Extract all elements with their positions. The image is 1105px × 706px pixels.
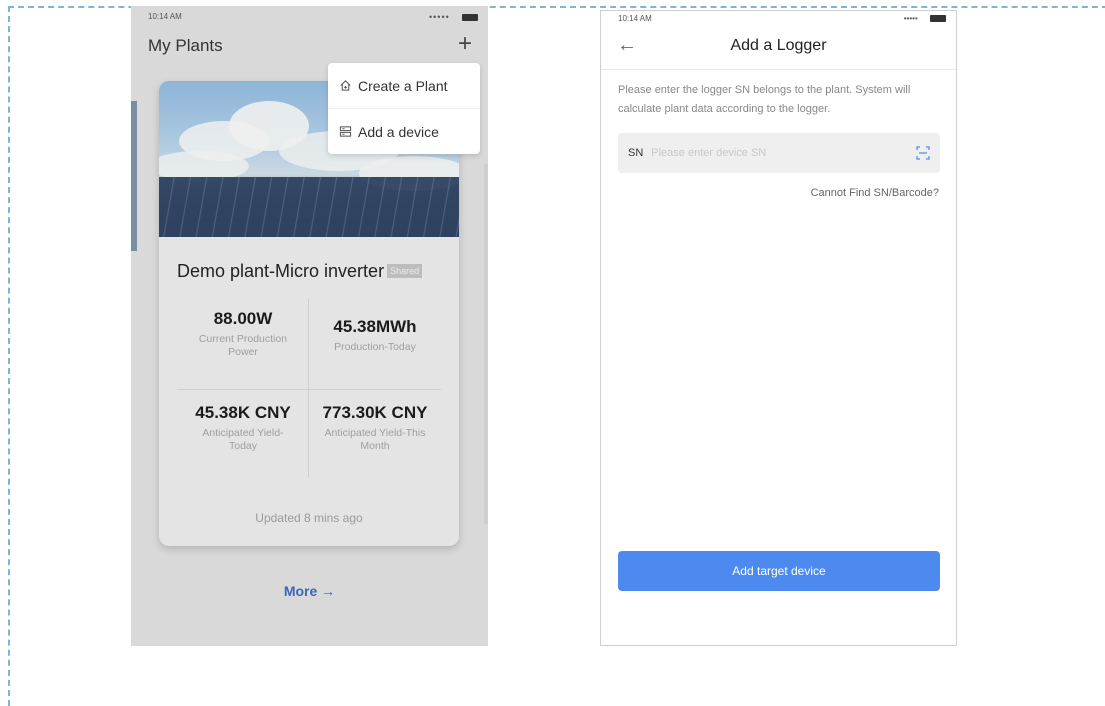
more-link[interactable]: More → [131,583,488,599]
device-icon [338,125,352,139]
menu-item-add-device[interactable]: Add a device [328,109,480,154]
add-plus-button[interactable]: + [458,32,472,56]
signal-icon: ••••• [903,14,918,23]
menu-item-create-plant[interactable]: Create a Plant [328,63,480,108]
divider [601,69,956,70]
instructions-text: Please enter the logger SN belongs to th… [618,84,911,115]
page-title: Add a Logger [730,37,827,54]
adjacent-card-left[interactable] [131,101,137,251]
sn-input[interactable] [651,147,902,159]
status-bar: 10:14 AM ••••• [131,6,488,28]
stat-yield-today: 45.38K CNY Anticipated Yield-Today [195,403,291,452]
updated-text: Updated 8 mins ago [255,511,363,525]
menu-item-label: Add a device [358,123,439,140]
add-menu: Create a Plant Add a device [328,63,480,154]
plant-stats: 88.00W Current Production Power 45.38MWh… [177,299,441,479]
battery-icon [930,15,946,22]
sn-field[interactable]: SN [618,133,940,173]
solar-panel-graphic [159,177,459,237]
battery-icon [462,14,478,21]
stat-yield-month: 773.30K CNY Anticipated Yield-This Month [322,403,428,452]
status-time: 10:14 AM [618,14,652,23]
house-plus-icon [338,79,352,93]
add-target-device-button[interactable]: Add target device [618,551,940,591]
signal-icon: ••••• [429,12,450,22]
plant-name: Demo plant-Micro inverter [177,261,385,281]
barcode-scan-icon[interactable] [916,146,930,160]
shared-badge: Shared [387,264,423,278]
cannot-find-sn-link[interactable]: Cannot Find SN/Barcode? [811,187,939,199]
adjacent-card-right[interactable] [484,164,488,524]
page-title: My Plants [148,36,223,55]
stat-current-power: 88.00W Current Production Power [198,309,288,358]
add-logger-screen: 10:14 AM ••••• ← Add a Logger Please ent… [600,10,957,646]
status-bar: 10:14 AM ••••• [601,11,956,31]
sn-label: SN [628,147,644,159]
status-time: 10:14 AM [148,12,182,21]
stat-production-today: 45.38MWh Production-Today [333,317,417,353]
menu-item-label: Create a Plant [358,77,448,94]
my-plants-screen: 10:14 AM ••••• My Plants + Demo plant-Mi… [131,6,488,646]
divider [177,389,441,390]
